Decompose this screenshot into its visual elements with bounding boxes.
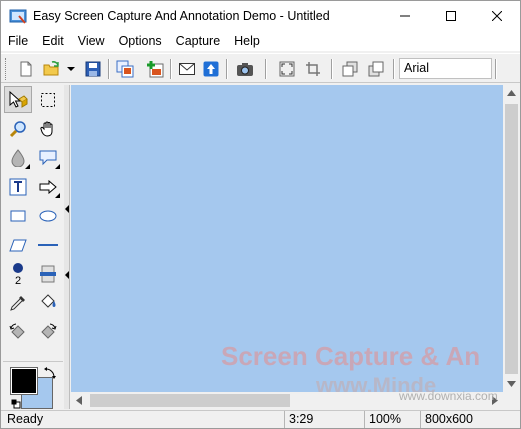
crop-icon[interactable] (302, 58, 324, 80)
highlight-icon[interactable] (34, 260, 62, 287)
close-button[interactable] (474, 1, 520, 31)
open-icon[interactable] (41, 58, 63, 80)
menu-help[interactable]: Help (227, 31, 267, 51)
scroll-up-icon (507, 90, 516, 96)
color-picker-icon[interactable] (4, 289, 32, 316)
toolbar-separator (331, 59, 333, 79)
zoom-icon[interactable] (4, 115, 32, 142)
toolbar-separator (393, 59, 395, 79)
copy-image-icon[interactable] (114, 58, 136, 80)
watermark-text: Screen Capture & An (221, 341, 481, 371)
toolbox-divider (3, 361, 63, 362)
scroll-left-icon (76, 396, 82, 405)
status-zoom: 100% (364, 411, 420, 428)
send-backward-icon[interactable] (339, 58, 361, 80)
bring-forward-icon[interactable] (365, 58, 387, 80)
step-marker-icon[interactable]: 2 (4, 260, 32, 287)
callout-icon[interactable] (34, 144, 62, 171)
status-size: 800x600 (420, 411, 520, 428)
rect-select-icon[interactable] (34, 86, 62, 113)
scroll-down-icon (507, 381, 516, 387)
font-name-field[interactable]: Arial (399, 58, 492, 79)
drawing-canvas[interactable]: Screen Capture & An www.Minde (71, 85, 503, 392)
menu-capture[interactable]: Capture (169, 31, 227, 51)
horizontal-scroll-thumb[interactable] (90, 394, 290, 407)
status-message: Ready (7, 412, 44, 426)
rotate-left-icon[interactable] (4, 318, 32, 345)
add-image-icon[interactable] (144, 58, 166, 80)
foreground-color-swatch[interactable] (10, 367, 38, 395)
window-title: Easy Screen Capture And Annotation Demo … (33, 9, 330, 23)
rotate-right-icon[interactable] (34, 318, 62, 345)
polygon-icon[interactable] (4, 231, 32, 258)
svg-text:2: 2 (15, 275, 21, 286)
status-position: 3:29 (284, 411, 364, 428)
pan-hand-icon[interactable] (34, 115, 62, 142)
fill-drop-icon[interactable] (4, 144, 32, 171)
swap-colors-icon[interactable] (43, 366, 57, 380)
toolbar-separator (226, 59, 228, 79)
scrollbar-corner (503, 392, 520, 409)
camera-icon[interactable] (234, 58, 256, 80)
tool-palette: 2 (3, 85, 63, 409)
app-icon (9, 7, 27, 25)
vertical-scrollbar[interactable] (503, 85, 520, 392)
menu-bar: File Edit View Options Capture Help (1, 31, 520, 51)
text-box-icon[interactable] (4, 173, 32, 200)
menu-options[interactable]: Options (112, 31, 169, 51)
minimize-button[interactable] (382, 1, 428, 31)
save-icon[interactable] (82, 58, 104, 80)
menu-view[interactable]: View (71, 31, 112, 51)
toolbar-separator (495, 59, 497, 79)
color-swatches (5, 364, 61, 409)
mail-icon[interactable] (176, 58, 198, 80)
ellipse-icon[interactable] (34, 202, 62, 229)
rectangle-icon[interactable] (4, 202, 32, 229)
main-toolbar: Arial (1, 53, 520, 83)
toolbar-separator (170, 59, 172, 79)
toolbar-separator (108, 59, 110, 79)
dropdown-arrow-icon[interactable] (65, 58, 77, 80)
status-bar: Ready 3:29 100% 800x600 (1, 410, 520, 428)
reset-colors-icon[interactable] (11, 398, 21, 409)
upload-icon[interactable] (200, 58, 222, 80)
watermark-url-text: www.downxia.com (399, 389, 498, 403)
arrow-shape-icon[interactable] (34, 173, 62, 200)
menu-file[interactable]: File (1, 31, 35, 51)
menu-edit[interactable]: Edit (35, 31, 71, 51)
app-window: Easy Screen Capture And Annotation Demo … (0, 0, 521, 429)
full-screen-icon[interactable] (276, 58, 298, 80)
vertical-scroll-thumb[interactable] (505, 104, 518, 374)
new-icon[interactable] (15, 58, 37, 80)
line-icon[interactable] (34, 231, 62, 258)
select-arrow-icon[interactable] (4, 86, 32, 113)
maximize-button[interactable] (428, 1, 474, 31)
toolbox-splitter[interactable] (64, 85, 70, 409)
title-bar: Easy Screen Capture And Annotation Demo … (1, 1, 520, 31)
paint-bucket-icon[interactable] (34, 289, 62, 316)
toolbar-separator (265, 59, 267, 79)
toolbar-grip[interactable] (5, 58, 8, 80)
